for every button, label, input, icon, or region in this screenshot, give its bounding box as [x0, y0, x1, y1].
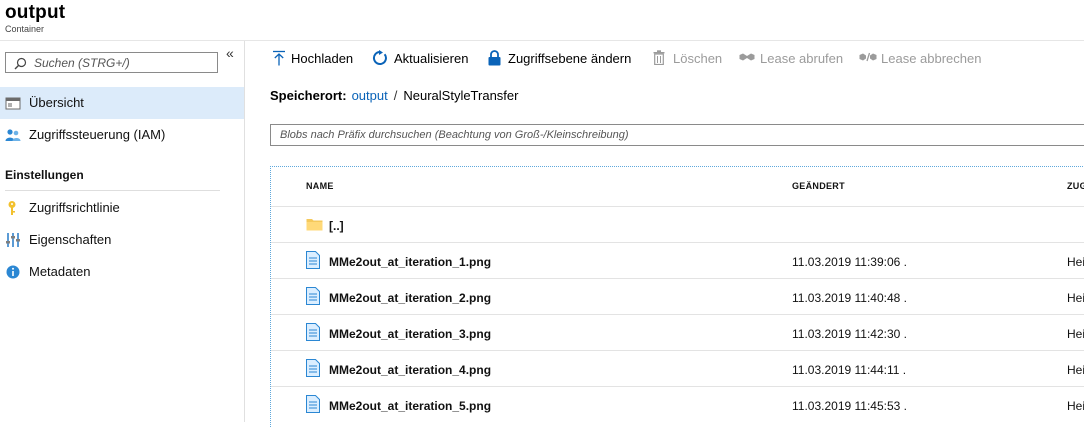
file-icon — [306, 359, 320, 377]
table-row[interactable]: MMe2out_at_iteration_5.png 11.03.2019 11… — [271, 386, 1084, 423]
sidebar-item-overview[interactable]: Übersicht — [0, 87, 244, 119]
column-header-access[interactable]: ZUG — [1067, 181, 1084, 191]
sidebar-item-label: Eigenschaften — [29, 232, 112, 247]
blob-access: Hei — [1067, 255, 1084, 269]
sidebar-item-iam[interactable]: Zugriffssteuerung (IAM) — [0, 119, 244, 151]
table-row[interactable]: MMe2out_at_iteration_3.png 11.03.2019 11… — [271, 314, 1084, 351]
overview-icon — [5, 97, 21, 110]
folder-icon — [306, 219, 323, 231]
break-lease-icon — [859, 52, 877, 62]
break-lease-label: Lease abbrechen — [881, 51, 982, 66]
blob-modified: 11.03.2019 11:39:06 . — [792, 255, 907, 269]
sidebar-item-label: Übersicht — [29, 95, 84, 110]
users-icon — [5, 129, 21, 141]
sidebar-item-metadata[interactable]: Metadaten — [0, 256, 244, 288]
blob-access: Hei — [1067, 291, 1084, 305]
blob-modified: 11.03.2019 11:42:30 . — [792, 327, 907, 341]
file-icon — [306, 395, 320, 413]
blob-access: Hei — [1067, 327, 1084, 341]
blob-access: Hei — [1067, 363, 1084, 377]
blob-modified: 11.03.2019 11:44:11 . — [792, 363, 907, 377]
breadcrumb-separator: / — [393, 88, 398, 103]
info-icon — [6, 265, 20, 279]
blob-prefix-search-input[interactable]: Blobs nach Präfix durchsuchen (Beachtung… — [270, 124, 1084, 146]
upload-label: Hochladen — [291, 51, 354, 66]
table-row[interactable]: MMe2out_at_iteration_2.png 11.03.2019 11… — [271, 278, 1084, 315]
sidebar-item-properties[interactable]: Eigenschaften — [0, 224, 244, 256]
settings-section-heading: Einstellungen — [5, 168, 84, 182]
section-divider — [5, 190, 220, 191]
sidebar: « Suchen (STRG+/) Übersicht Zugriffssteu… — [0, 41, 245, 422]
blob-modified: 11.03.2019 11:40:48 . — [792, 291, 907, 305]
breadcrumb: Speicherort: output / NeuralStyleTransfer — [270, 88, 518, 103]
blob-modified: 11.03.2019 11:45:53 . — [792, 399, 907, 413]
blob-name: MMe2out_at_iteration_2.png — [329, 291, 492, 305]
sidebar-item-label: Metadaten — [29, 264, 91, 279]
breadcrumb-folder: NeuralStyleTransfer — [403, 88, 519, 103]
sidebar-search-input[interactable]: Suchen (STRG+/) — [5, 52, 218, 73]
blob-name: MMe2out_at_iteration_4.png — [329, 363, 492, 377]
parent-folder-row[interactable]: [..] — [271, 206, 1084, 243]
refresh-icon — [372, 50, 387, 65]
breadcrumb-container-link[interactable]: output — [352, 88, 388, 103]
properties-icon — [6, 233, 20, 247]
sidebar-item-access-policy[interactable]: Zugriffsrichtlinie — [0, 192, 244, 224]
blob-table: NAME GEÄNDERT ZUG [..] MMe2out_at_iterat… — [270, 166, 1084, 427]
blob-access: Hei — [1067, 399, 1084, 413]
delete-label: Löschen — [673, 51, 723, 66]
search-placeholder: Suchen (STRG+/) — [34, 56, 130, 70]
column-header-modified[interactable]: GEÄNDERT — [792, 181, 845, 191]
page-subtitle: Container — [5, 24, 45, 34]
file-icon — [306, 287, 320, 305]
file-icon — [306, 251, 320, 269]
page-header: output Container — [0, 0, 1084, 41]
sidebar-item-label: Zugriffsrichtlinie — [29, 200, 120, 215]
refresh-label: Aktualisieren — [394, 51, 469, 66]
sidebar-item-label: Zugriffssteuerung (IAM) — [29, 127, 166, 142]
key-icon — [8, 201, 16, 215]
change-access-level-label: Zugriffsebene ändern — [508, 51, 632, 66]
parent-folder-label: [..] — [329, 219, 344, 233]
acquire-lease-label: Lease abrufen — [760, 51, 844, 66]
collapse-sidebar-button[interactable]: « — [226, 45, 234, 61]
location-label: Speicherort: — [270, 88, 347, 103]
table-row[interactable]: MMe2out_at_iteration_1.png 11.03.2019 11… — [271, 242, 1084, 279]
lease-icon — [739, 53, 755, 61]
page-title: output — [5, 2, 66, 23]
blob-name: MMe2out_at_iteration_3.png — [329, 327, 492, 341]
file-icon — [306, 323, 320, 341]
blob-name: MMe2out_at_iteration_1.png — [329, 255, 492, 269]
search-icon — [14, 57, 27, 70]
upload-icon — [273, 50, 285, 66]
blob-search-placeholder: Blobs nach Präfix durchsuchen (Beachtung… — [280, 129, 629, 141]
trash-icon — [653, 50, 665, 65]
column-header-name[interactable]: NAME — [306, 181, 334, 191]
lock-icon — [488, 50, 501, 66]
table-row[interactable]: MMe2out_at_iteration_4.png 11.03.2019 11… — [271, 350, 1084, 387]
blob-name: MMe2out_at_iteration_5.png — [329, 399, 492, 413]
